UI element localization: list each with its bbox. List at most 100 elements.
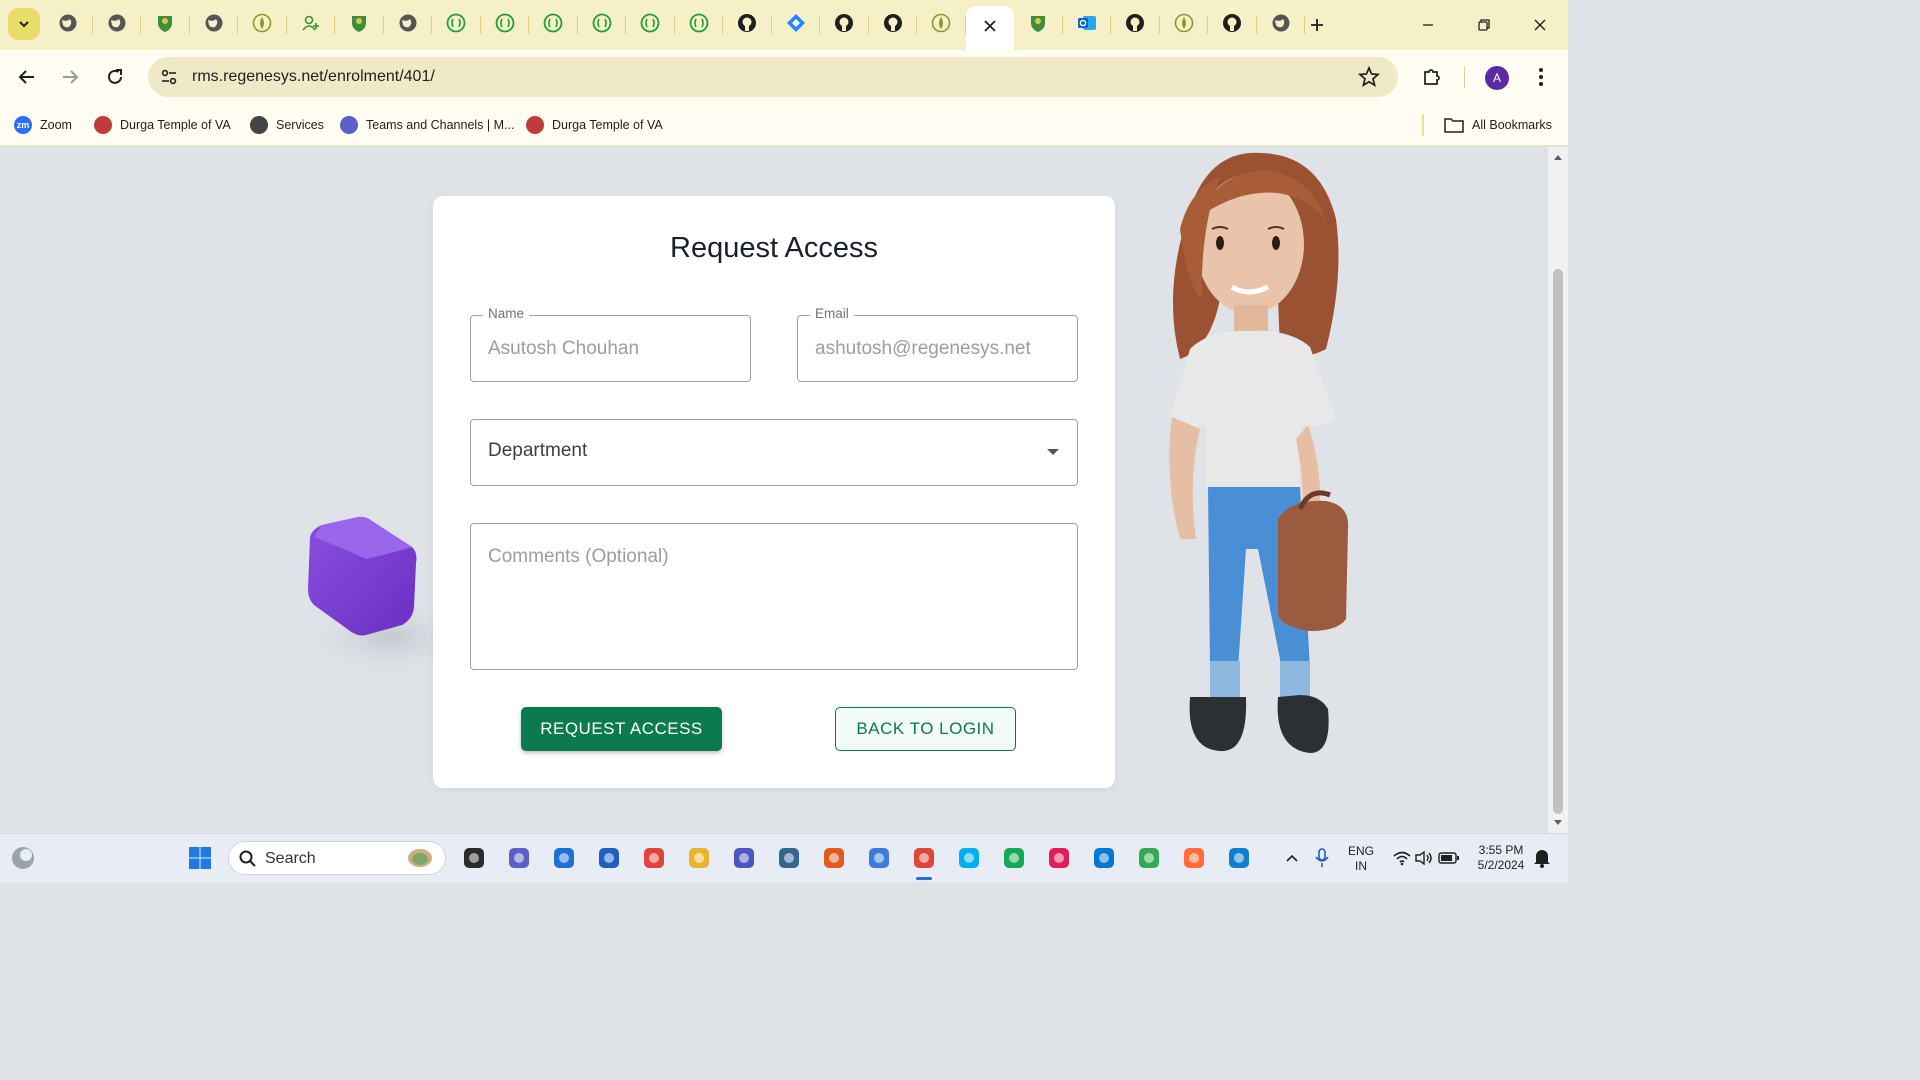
weather-widget-icon[interactable]: [9, 844, 37, 872]
minimize-button[interactable]: [1400, 0, 1456, 50]
chrome-icon[interactable]: [640, 844, 668, 872]
globe-icon: [398, 13, 418, 38]
start-button[interactable]: [186, 844, 214, 872]
bookmark-item[interactable]: Durga Temple of VA: [526, 114, 663, 136]
clock[interactable]: 3:55 PM 5/2/2024: [1466, 843, 1536, 873]
arrow-right-icon: [63, 70, 79, 84]
browser-tab[interactable]: [1014, 6, 1063, 44]
reload-button[interactable]: [99, 61, 131, 93]
mail-icon[interactable]: [550, 844, 578, 872]
close-icon[interactable]: [983, 19, 997, 38]
browser-tab[interactable]: [384, 6, 433, 44]
input-language-indicator[interactable]: ENG IN: [1344, 844, 1378, 874]
browser-tab[interactable]: [869, 6, 918, 44]
bookmark-star-icon[interactable]: [1357, 65, 1381, 93]
browser-tab[interactable]: [481, 6, 530, 44]
tab-search-button[interactable]: [8, 8, 40, 40]
page-scrollbar[interactable]: [1548, 147, 1568, 833]
close-window-button[interactable]: [1512, 0, 1568, 50]
department-label: Department: [488, 440, 588, 461]
browser-tab[interactable]: [1160, 6, 1209, 44]
browser-tab[interactable]: [917, 6, 966, 44]
url-text[interactable]: rms.regenesys.net/enrolment/401/: [192, 68, 435, 86]
browser-tab[interactable]: [820, 6, 869, 44]
edge-icon[interactable]: [1225, 844, 1253, 872]
browser-tab[interactable]: [432, 6, 481, 44]
comments-textarea[interactable]: Comments (Optional): [470, 523, 1078, 670]
bookmarks-bar: zm Zoom Durga Temple of VA Services Teams an…: [0, 104, 1568, 146]
forward-button[interactable]: [54, 61, 86, 93]
minimize-icon: [1423, 24, 1433, 26]
browser-tab[interactable]: [772, 6, 821, 44]
plus-icon: [1311, 19, 1323, 31]
new-tab-button[interactable]: [1290, 0, 1344, 50]
github-icon: [1125, 13, 1145, 38]
browser-tab[interactable]: [675, 6, 724, 44]
chevron-up-icon: [1286, 854, 1298, 862]
scroll-up-icon[interactable]: [1553, 153, 1563, 161]
taskbar-search[interactable]: Search: [228, 841, 446, 875]
task-view-icon[interactable]: [460, 844, 488, 872]
microphone-icon[interactable]: [1308, 844, 1336, 872]
show-hidden-icons-button[interactable]: [1278, 844, 1306, 872]
store-icon[interactable]: [595, 844, 623, 872]
browser-tab[interactable]: [335, 6, 384, 44]
mongodb-icon[interactable]: [1000, 844, 1028, 872]
browser-tab[interactable]: [1063, 6, 1112, 44]
notepad-icon[interactable]: [865, 844, 893, 872]
file-explorer-icon[interactable]: [685, 844, 713, 872]
browser-tab[interactable]: [529, 6, 578, 44]
browser-tab[interactable]: [578, 6, 627, 44]
windows-logo-icon: [189, 847, 211, 869]
department-select[interactable]: Department: [470, 419, 1078, 486]
tab-list: [44, 6, 1305, 50]
browser-tab[interactable]: [1111, 6, 1160, 44]
browser-tab[interactable]: [1208, 6, 1257, 44]
postman-icon[interactable]: [1180, 844, 1208, 872]
skype-icon[interactable]: [955, 844, 983, 872]
back-button[interactable]: [11, 61, 43, 93]
browser-tab[interactable]: [287, 6, 336, 44]
name-field[interactable]: Name Asutosh Chouhan: [470, 306, 751, 382]
browser-tab[interactable]: [93, 6, 142, 44]
folder-icon: [1444, 118, 1464, 133]
site-settings-icon[interactable]: [160, 68, 178, 91]
all-bookmarks-button[interactable]: All Bookmarks: [1444, 114, 1552, 136]
chrome-profile-icon[interactable]: [1135, 844, 1163, 872]
chrome-menu-button[interactable]: [1525, 61, 1557, 93]
back-to-login-button[interactable]: BACK TO LOGIN: [835, 707, 1016, 751]
notification-bell-icon[interactable]: [1528, 844, 1556, 872]
browser-tab[interactable]: [141, 6, 190, 44]
bookmark-item[interactable]: Durga Temple of VA: [94, 114, 231, 136]
scrollbar-thumb[interactable]: [1553, 269, 1563, 814]
teams-chat-icon[interactable]: [505, 844, 533, 872]
slack-icon[interactable]: [1045, 844, 1073, 872]
email-field[interactable]: Email ashutosh@regenesys.net: [797, 306, 1078, 382]
browser-tab[interactable]: [965, 6, 1014, 50]
vscode-icon[interactable]: [1090, 844, 1118, 872]
email-label: Email: [810, 306, 854, 321]
battery-icon[interactable]: [1435, 844, 1463, 872]
address-bar[interactable]: rms.regenesys.net/enrolment/401/: [148, 57, 1398, 97]
postgres-icon[interactable]: [775, 844, 803, 872]
scroll-down-icon[interactable]: [1553, 819, 1563, 827]
restore-button[interactable]: [1456, 0, 1512, 50]
browser-tab[interactable]: [723, 6, 772, 44]
globe-icon: [250, 116, 268, 134]
browser-tab[interactable]: [238, 6, 287, 44]
volume-icon[interactable]: [1410, 844, 1438, 872]
chrome-active-icon[interactable]: [910, 844, 938, 872]
clock-time: 3:55 PM: [1478, 843, 1524, 857]
github-icon: [834, 13, 854, 38]
bookmark-item[interactable]: Teams and Channels | M...: [340, 114, 514, 136]
profile-avatar[interactable]: A: [1485, 66, 1509, 90]
browser-tab[interactable]: [190, 6, 239, 44]
browser-tab[interactable]: [626, 6, 675, 44]
bookmark-item[interactable]: Services: [250, 114, 324, 136]
teams-icon[interactable]: [730, 844, 758, 872]
extensions-button[interactable]: [1416, 61, 1448, 93]
request-access-button[interactable]: REQUEST ACCESS: [521, 707, 722, 751]
bookmark-item[interactable]: zm Zoom: [14, 114, 72, 136]
browser-tab[interactable]: [44, 6, 93, 44]
headset-icon[interactable]: [820, 844, 848, 872]
